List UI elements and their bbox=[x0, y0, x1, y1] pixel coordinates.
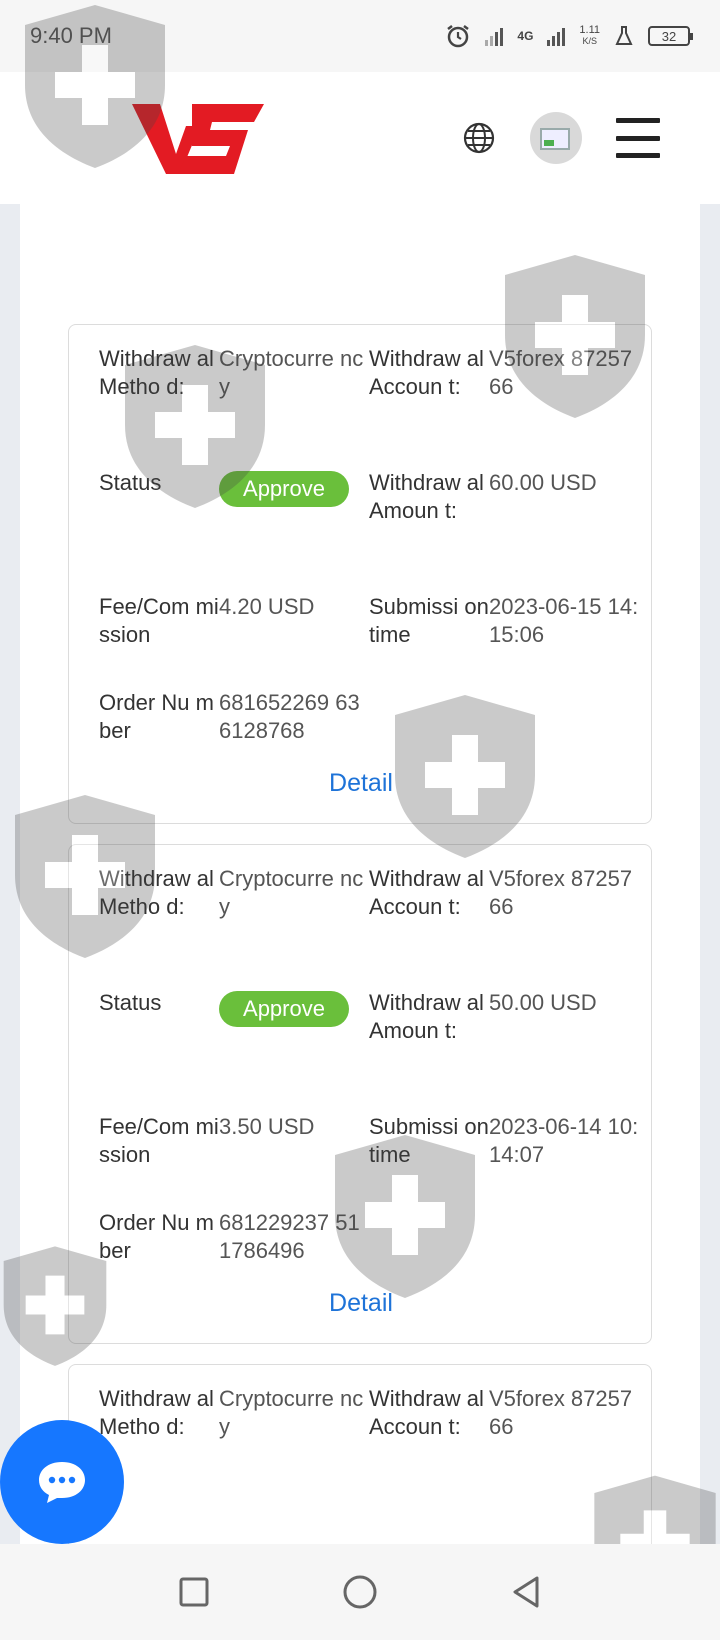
method-value: Cryptocurre ncy bbox=[219, 346, 364, 399]
time-label: Submissi on time bbox=[369, 594, 489, 647]
battery-level: 32 bbox=[661, 28, 677, 44]
alarm-icon bbox=[447, 25, 470, 48]
order-value: 681229237 511786496 bbox=[219, 1210, 360, 1263]
globe-icon[interactable] bbox=[462, 121, 496, 155]
method-value: Cryptocurre ncy bbox=[219, 866, 364, 919]
fee-label: Fee/Com mission bbox=[99, 1114, 219, 1167]
system-nav-bar bbox=[0, 1544, 720, 1640]
status-cell: Approve bbox=[219, 989, 369, 1113]
status-label: Status bbox=[99, 990, 162, 1015]
account-label: Withdraw al Accoun t: bbox=[369, 866, 484, 919]
time-label: Submissi on time bbox=[369, 1114, 489, 1167]
amount-value: 50.00 USD bbox=[489, 990, 597, 1015]
detail-link[interactable]: Detail bbox=[69, 769, 653, 798]
triangle-back-icon[interactable] bbox=[509, 1574, 543, 1610]
status-icons: 4G 1.11 K/S 32 bbox=[445, 23, 693, 49]
status-label: Status bbox=[99, 470, 162, 495]
empty-cell bbox=[369, 689, 489, 745]
battery-icon: 32 bbox=[648, 26, 693, 46]
amount-value: 60.00 USD bbox=[489, 470, 597, 495]
account-label: Withdraw al Accoun t: bbox=[369, 1386, 484, 1439]
amount-label: Withdraw al Amoun t: bbox=[369, 990, 484, 1043]
withdrawal-card: Withdraw al Metho d: Cryptocurre ncy Wit… bbox=[68, 844, 652, 1344]
method-label: Withdraw al Metho d: bbox=[99, 346, 214, 399]
card-fields: Withdraw al Metho d: Cryptocurre ncy Wit… bbox=[99, 345, 639, 745]
detail-link[interactable]: Detail bbox=[69, 1289, 653, 1318]
account-label: Withdraw al Accoun t: bbox=[369, 346, 484, 399]
method-label: Withdraw al Metho d: bbox=[99, 1386, 214, 1439]
network-type: 4G bbox=[517, 29, 534, 43]
order-label: Order Nu mber bbox=[99, 690, 214, 743]
account-value: V5forex 8725766 bbox=[489, 866, 633, 919]
avatar-image-icon bbox=[540, 128, 570, 150]
withdrawal-card: Withdraw al Metho d: Cryptocurre ncy Wit… bbox=[68, 324, 652, 824]
empty-cell bbox=[489, 1209, 639, 1265]
method-value: Cryptocurre ncy bbox=[219, 1386, 364, 1439]
status-cell: Approve bbox=[219, 469, 369, 593]
method-label: Withdraw al Metho d: bbox=[99, 866, 214, 919]
page-frame: Withdraw al Metho d: Cryptocurre ncy Wit… bbox=[0, 204, 720, 1564]
signal-icon bbox=[485, 26, 504, 46]
order-value: 681652269 636128768 bbox=[219, 690, 360, 743]
withdrawal-list[interactable]: Withdraw al Metho d: Cryptocurre ncy Wit… bbox=[20, 204, 700, 1564]
status-badge: Approve bbox=[219, 471, 349, 507]
status-bar: 9:40 PM 4G 1.11 K/S 32 bbox=[0, 0, 720, 72]
app-header bbox=[0, 72, 720, 204]
data-speed: 1.11 K/S bbox=[579, 25, 600, 47]
clock: 9:40 PM bbox=[30, 23, 112, 48]
account-value: V5forex 8725766 bbox=[489, 1386, 633, 1439]
amount-label: Withdraw al Amoun t: bbox=[369, 470, 484, 523]
fee-value: 3.50 USD bbox=[219, 1114, 315, 1139]
account-value: V5forex 8725766 bbox=[489, 346, 633, 399]
fee-label: Fee/Com mission bbox=[99, 594, 219, 647]
hamburger-menu-icon[interactable] bbox=[616, 118, 660, 158]
time-value: 2023-06-15 14:15:06 bbox=[489, 594, 639, 647]
data-speed-unit: K/S bbox=[582, 36, 597, 46]
fee-value: 4.20 USD bbox=[219, 594, 315, 619]
withdrawal-card: Withdraw al Metho d: Cryptocurre ncy Wit… bbox=[68, 1364, 652, 1564]
square-icon[interactable] bbox=[177, 1575, 211, 1609]
status-badge: Approve bbox=[219, 991, 349, 1027]
order-label: Order Nu mber bbox=[99, 1210, 214, 1263]
header-actions bbox=[462, 112, 660, 164]
empty-cell bbox=[369, 1209, 489, 1265]
flask-icon bbox=[615, 26, 633, 45]
avatar[interactable] bbox=[530, 112, 582, 164]
data-speed-value: 1.11 bbox=[579, 24, 600, 36]
chat-button[interactable] bbox=[0, 1420, 124, 1544]
chat-bubble-icon bbox=[39, 1462, 85, 1503]
card-fields: Withdraw al Metho d: Cryptocurre ncy Wit… bbox=[99, 1385, 639, 1441]
v5-logo[interactable] bbox=[130, 98, 266, 178]
time-value: 2023-06-14 10:14:07 bbox=[489, 1114, 639, 1167]
empty-cell bbox=[489, 689, 639, 745]
card-fields: Withdraw al Metho d: Cryptocurre ncy Wit… bbox=[99, 865, 639, 1265]
signal-icon-2 bbox=[547, 26, 566, 46]
circle-icon[interactable] bbox=[341, 1573, 379, 1611]
